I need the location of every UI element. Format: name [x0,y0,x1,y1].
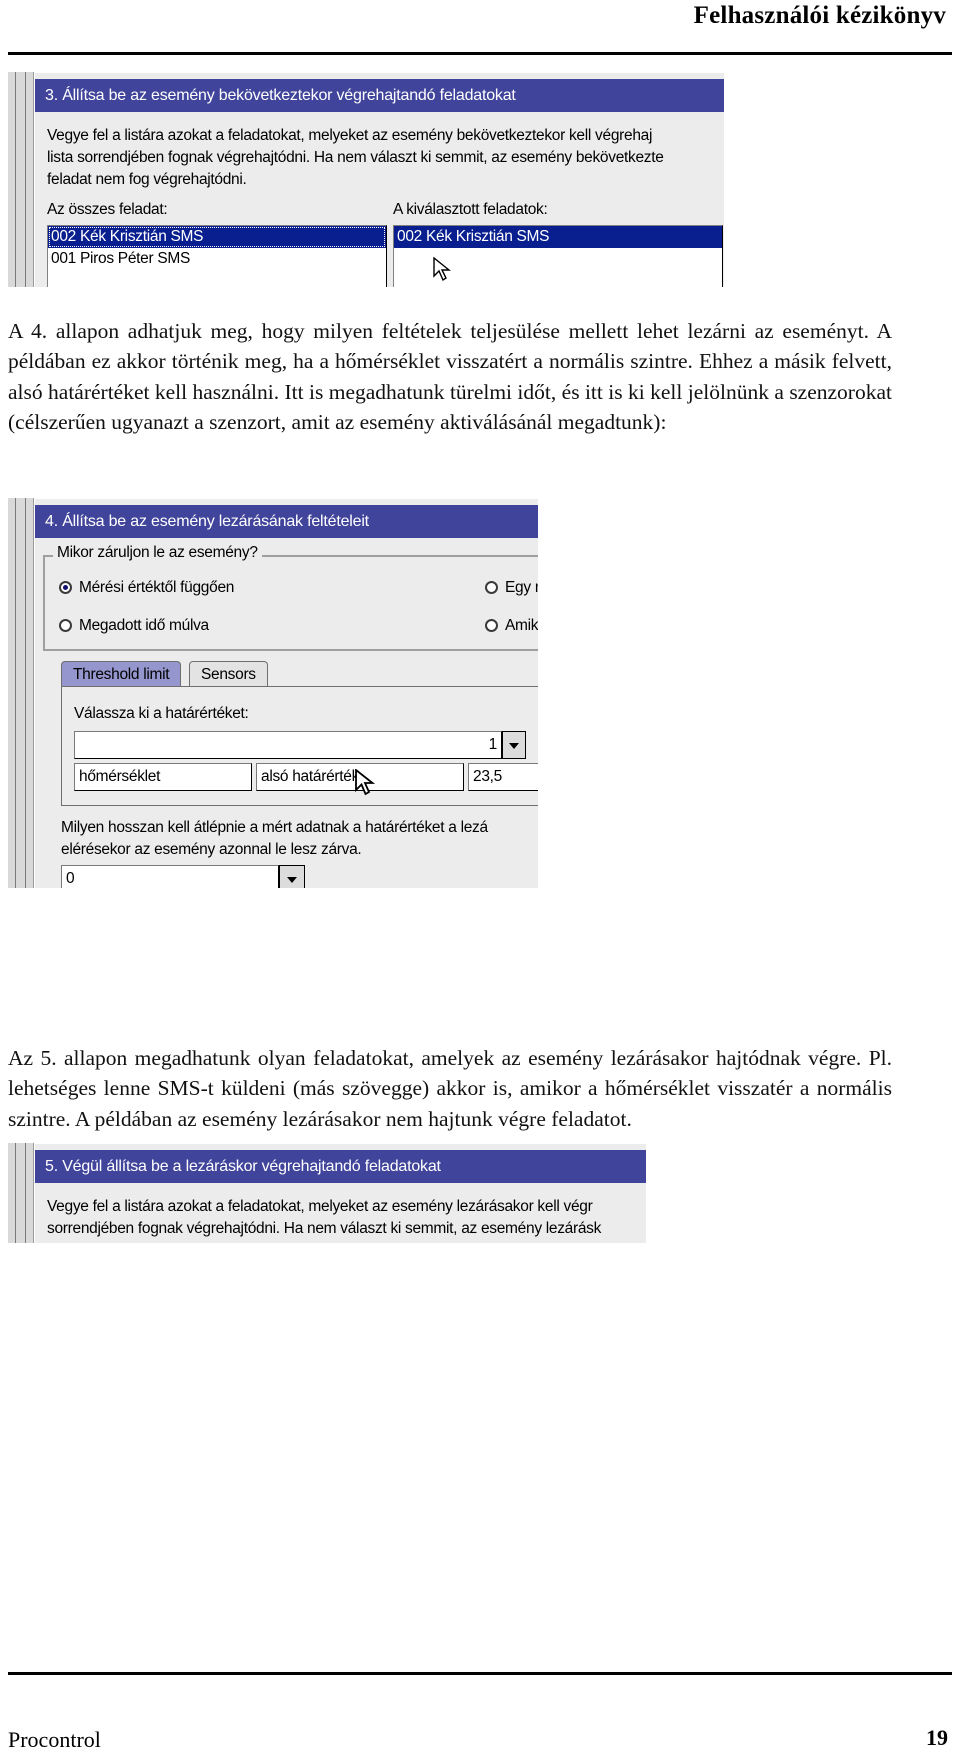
close-condition-groupbox: Mikor záruljon le az esemény? Mérési ért… [43,544,538,651]
window-frame-bars [8,498,34,888]
footer-company-name: Procontrol [8,1727,101,1752]
window-frame-bars [8,72,34,287]
paragraph-step-4-explanation: A 4. allapon adhatjuk meg, hogy milyen f… [8,318,892,435]
footer-rule [8,1672,952,1675]
page-header: Felhasználói kézikönyv [0,0,960,60]
screenshot-wizard-step-5: 5. Végül állítsa be a lezáráskor végreha… [8,1143,646,1243]
list-item[interactable]: 002 Kék Krisztián SMS [48,226,386,248]
all-tasks-listbox[interactable]: 002 Kék Krisztián SMS 001 Piros Péter SM… [47,225,387,287]
radio-after-given-time[interactable]: Megadott idő múlva [59,617,209,635]
duration-description-line-2: elérésekor az esemény azonnal le lesz zá… [61,841,362,858]
all-tasks-label: Az összes feladat: [47,201,168,218]
selected-tasks-label: A kiválasztott feladatok: [393,201,548,218]
wizard-banner-step-5: 5. Végül állítsa be a lezáráskor végreha… [35,1150,646,1183]
radio-label: Egy m [505,579,538,596]
header-rule [8,52,952,55]
radio-dot-icon [485,619,498,632]
wizard-panel-step-4: 4. Állítsa be az esemény lezárásának fel… [35,498,538,888]
threshold-sensor-cell[interactable]: hőmérséklet [74,763,252,791]
wizard-description-line-2: lista sorrendjében fognak végrehajtódni.… [47,149,664,166]
list-item[interactable]: 001 Piros Péter SMS [48,248,386,270]
screenshot-wizard-step-3: 3. Állítsa be az esemény bekövetkeztekor… [8,72,724,287]
window-frame-bars [8,1143,34,1243]
wizard-description-line-2: sorrendjében fognak végrehajtódni. Ha ne… [47,1220,602,1237]
radio-option-4[interactable]: Amiko [485,617,538,635]
wizard-description-line-3: feladat nem fog végrehajtódni. [47,171,247,188]
wizard-banner-step-3: 3. Állítsa be az esemény bekövetkeztekor… [35,79,724,112]
radio-label: Mérési értéktől függően [79,579,235,596]
wizard-banner-step-4: 4. Állítsa be az esemény lezárásának fel… [35,505,538,538]
wizard-panel-step-5: 5. Végül állítsa be a lezáráskor végreha… [35,1143,646,1243]
radio-option-3[interactable]: Egy m [485,579,538,597]
threshold-value-cell[interactable]: 23,5 [468,763,538,791]
tab-threshold-limit[interactable]: Threshold limit [61,661,182,686]
threshold-type-cell[interactable]: alsó határérték [256,763,464,791]
radio-dot-icon [485,581,498,594]
threshold-tab-page: Válassza ki a határértéket: 1 hőmérsékle… [61,686,538,806]
groupbox-title: Mikor záruljon le az esemény? [53,544,262,562]
wizard-description-line-3: végrehajtódni. [47,1240,140,1243]
screenshot-wizard-step-4: 4. Állítsa be az esemény lezárásának fel… [8,498,538,888]
threshold-tabstrip: Threshold limit Sensors [61,661,538,687]
radio-label: Amiko [505,617,538,634]
radio-dot-icon [59,581,72,594]
tab-sensors[interactable]: Sensors [189,661,268,686]
selected-tasks-listbox[interactable]: 002 Kék Krisztián SMS [393,225,723,287]
threshold-count-dropdown-arrow-icon[interactable] [502,731,526,759]
radio-measurement-dependent[interactable]: Mérési értéktől függően [59,579,234,597]
wizard-description-line-1: Vegye fel a listára azokat a feladatokat… [47,127,653,144]
list-item[interactable]: 002 Kék Krisztián SMS [394,226,722,248]
radio-label: Megadott idő múlva [79,617,209,634]
threshold-prompt-label: Válassza ki a határértéket: [74,705,249,722]
duration-dropdown-arrow-icon[interactable] [279,865,305,888]
wizard-description-line-1: Vegye fel a listára azokat a feladatokat… [47,1198,593,1215]
duration-input[interactable]: 0 [61,865,279,888]
duration-description-line-1: Milyen hosszan kell átlépnie a mért adat… [61,819,488,836]
radio-dot-icon [59,619,72,632]
wizard-panel-step-3: 3. Állítsa be az esemény bekövetkeztekor… [35,72,724,287]
threshold-count-input[interactable]: 1 [74,731,502,759]
footer-page-number: 19 [926,1725,948,1750]
page-header-title: Felhasználói kézikönyv [693,2,946,29]
paragraph-step-5-explanation: Az 5. allapon megadhatunk olyan feladato… [8,1045,892,1131]
